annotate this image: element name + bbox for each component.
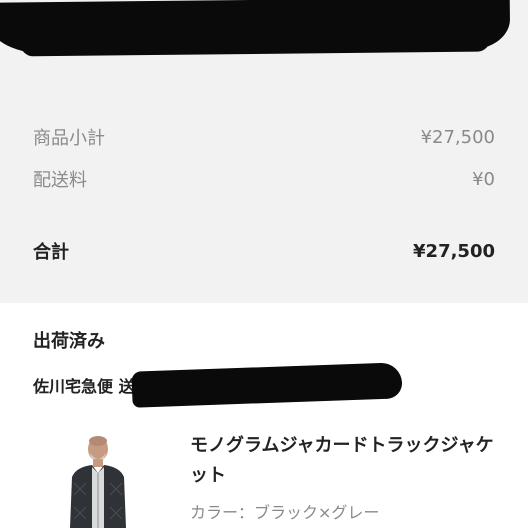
subtotal-label: 商品小計 xyxy=(33,128,105,149)
product-color: カラー：ブラック×グレー xyxy=(190,503,380,522)
shipment-status: 出荷済み xyxy=(33,331,105,352)
shipping-value: ¥0 xyxy=(472,168,495,190)
tracking-redaction-mark xyxy=(131,362,403,408)
subtotal-value: ¥27,500 xyxy=(420,126,495,148)
total-label: 合計 xyxy=(33,242,69,263)
total-value: ¥27,500 xyxy=(413,240,495,262)
redaction-mark xyxy=(0,0,511,55)
subtotal-row: 商品小計 ¥27,500 xyxy=(33,124,495,150)
total-row: 合計 ¥27,500 xyxy=(33,238,495,264)
shipment-section: 出荷済み 佐川宅急便 送り状 モノグラムジャカードトラックジャケット カラー：ブ… xyxy=(0,303,528,528)
product-thumbnail[interactable] xyxy=(64,433,132,528)
shipping-label: 配送料 xyxy=(33,170,87,191)
shipping-row: 配送料 ¥0 xyxy=(33,166,495,192)
product-name[interactable]: モノグラムジャカードトラックジャケット xyxy=(190,431,500,491)
